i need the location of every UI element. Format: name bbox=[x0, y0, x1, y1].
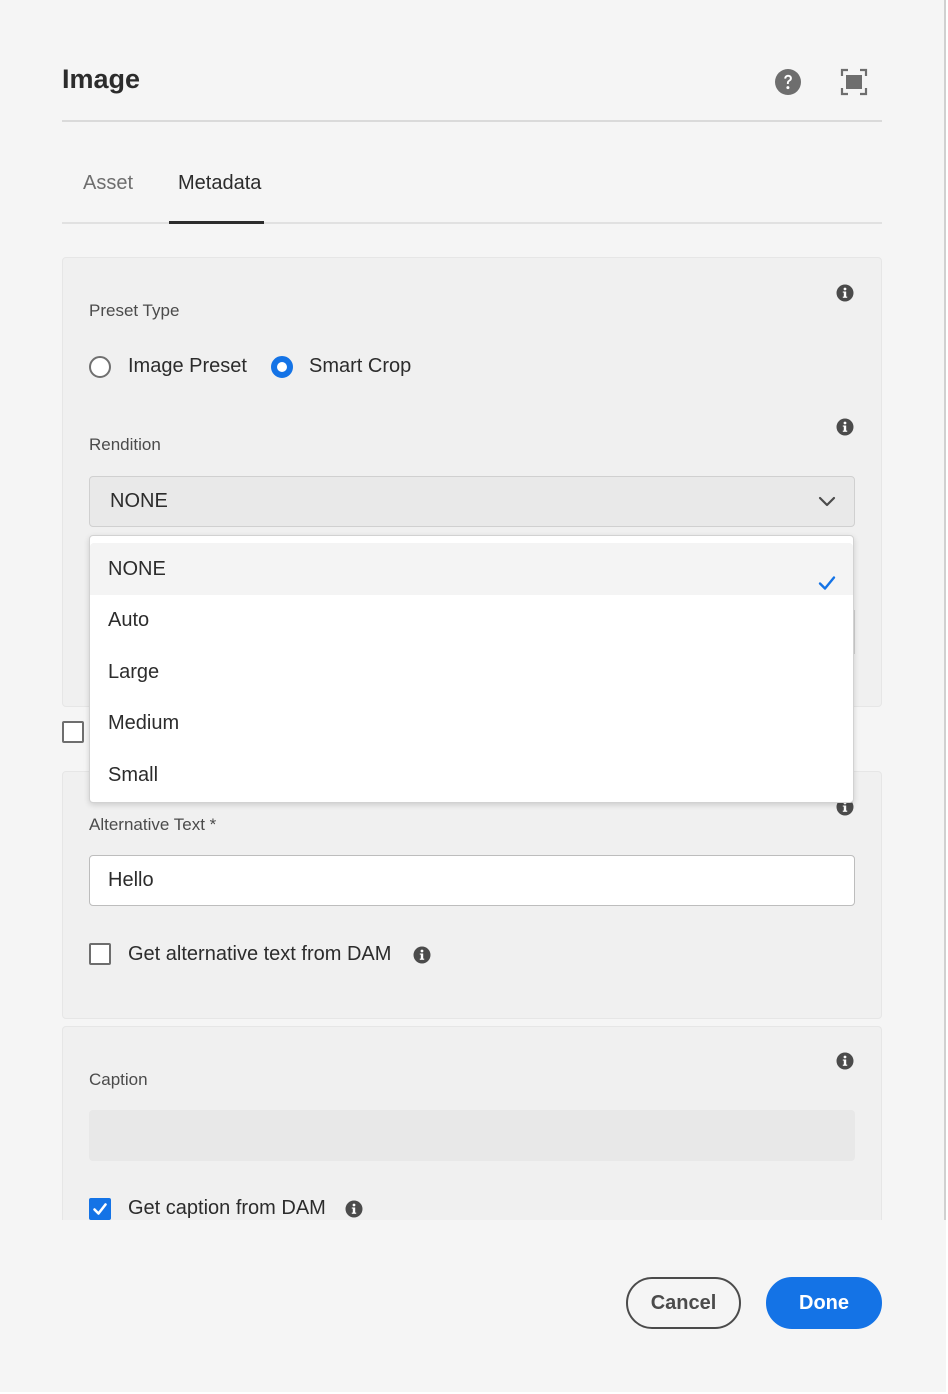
dropdown-option-label: Medium bbox=[108, 712, 180, 734]
dropdown-option-label: Small bbox=[108, 764, 159, 786]
alt-text-dam-checkbox[interactable] bbox=[89, 943, 111, 965]
info-icon[interactable] bbox=[836, 1052, 854, 1070]
tab-metadata[interactable]: Metadata bbox=[178, 172, 261, 195]
preset-type-label: Preset Type bbox=[89, 301, 180, 320]
radio-image-preset-label: Image Preset bbox=[128, 355, 247, 377]
info-icon[interactable] bbox=[413, 946, 431, 964]
dropdown-option-large[interactable]: Large bbox=[90, 646, 853, 698]
rendition-dropdown-menu: NONE Auto Large Medium Small bbox=[89, 535, 854, 803]
dropdown-option-none[interactable]: NONE bbox=[90, 543, 853, 595]
caption-dam-checkbox[interactable] bbox=[89, 1198, 111, 1220]
alt-text-label: Alternative Text * bbox=[89, 815, 217, 834]
info-icon[interactable] bbox=[836, 284, 854, 302]
rendition-select[interactable]: NONE bbox=[89, 476, 855, 527]
checkmark-icon bbox=[817, 560, 837, 590]
chevron-down-icon bbox=[818, 493, 836, 511]
cancel-button[interactable]: Cancel bbox=[626, 1277, 741, 1329]
fullscreen-icon[interactable] bbox=[840, 68, 868, 96]
dialog-title: Image bbox=[62, 64, 141, 94]
caption-label: Caption bbox=[89, 1070, 148, 1089]
done-button[interactable]: Done bbox=[766, 1277, 882, 1329]
info-icon[interactable] bbox=[345, 1200, 363, 1218]
image-dialog: Image Asset Metadata Preset Type Image P… bbox=[0, 0, 946, 1392]
tab-selected-indicator bbox=[169, 221, 264, 224]
partially-hidden-checkbox[interactable] bbox=[62, 721, 84, 743]
dropdown-option-auto[interactable]: Auto bbox=[90, 594, 853, 646]
help-circle-icon[interactable] bbox=[774, 68, 802, 96]
alt-text-input[interactable]: Hello bbox=[89, 855, 855, 906]
dropdown-option-small[interactable]: Small bbox=[90, 749, 853, 801]
dropdown-option-medium[interactable]: Medium bbox=[90, 697, 853, 749]
dropdown-option-label: Auto bbox=[108, 609, 150, 631]
alt-text-dam-label: Get alternative text from DAM bbox=[128, 943, 392, 965]
caption-dam-label: Get caption from DAM bbox=[128, 1197, 326, 1219]
tab-asset[interactable]: Asset bbox=[83, 172, 133, 195]
caption-input[interactable] bbox=[89, 1110, 855, 1161]
rendition-select-value: NONE bbox=[110, 490, 168, 512]
dropdown-option-label: NONE bbox=[108, 558, 166, 580]
radio-image-preset[interactable] bbox=[89, 356, 111, 378]
dropdown-option-label: Large bbox=[108, 661, 160, 683]
info-icon[interactable] bbox=[836, 418, 854, 436]
rendition-label: Rendition bbox=[89, 435, 161, 454]
radio-smart-crop[interactable] bbox=[271, 356, 293, 378]
radio-smart-crop-label: Smart Crop bbox=[309, 355, 412, 377]
header-divider bbox=[62, 120, 882, 122]
